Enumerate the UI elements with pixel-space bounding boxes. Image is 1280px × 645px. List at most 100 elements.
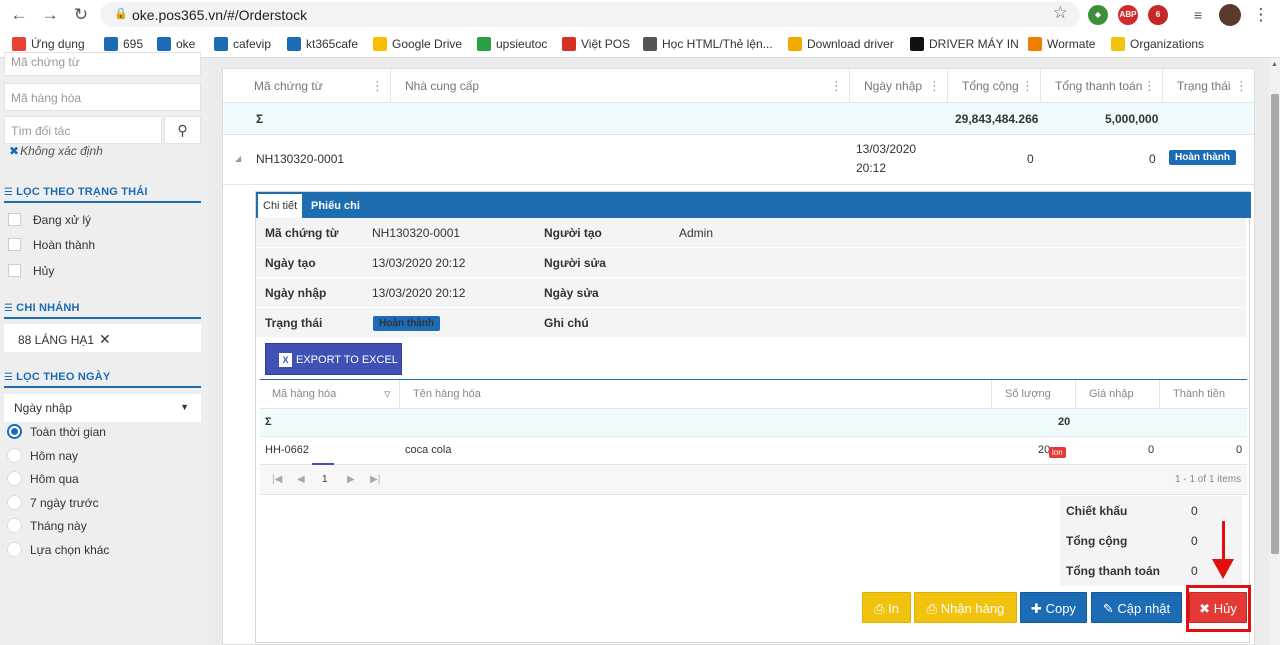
export-excel-button[interactable]: X EXPORT TO EXCEL	[265, 343, 402, 375]
arrow-head-annotation	[1212, 559, 1234, 579]
bookmark-item[interactable]: Wormate	[1028, 37, 1095, 53]
export-label: EXPORT TO EXCEL	[296, 354, 398, 366]
remove-tag-icon[interactable]: ✖	[9, 144, 19, 158]
bookmark-label: Google Drive	[392, 37, 463, 51]
bookmark-item[interactable]: Học HTML/Thẻ lện...	[643, 37, 773, 53]
radio[interactable]	[7, 495, 22, 510]
checkbox-label: Hoàn thành	[33, 238, 96, 252]
receive-button[interactable]: ⎙ Nhận hàng	[914, 592, 1017, 623]
items-grid: Mã hàng hóa ▿ Tên hàng hóa Số lượng Giá …	[260, 379, 1247, 495]
bookmark-item[interactable]: kt365cafe	[287, 37, 358, 53]
bookmark-label: 695	[123, 37, 144, 51]
partner-filter-tag[interactable]: ✖Không xác định	[9, 144, 103, 158]
date-today-radio[interactable]: Hôm nay	[7, 448, 78, 463]
address-bar[interactable]: 🔒 oke.pos365.vn/#/Orderstock ☆	[100, 2, 1080, 27]
bookmark-item[interactable]: upsieutoc	[477, 37, 547, 53]
branch-select[interactable]: 88 LÁNG HẠ1 ✕	[4, 324, 201, 352]
status-done-checkbox[interactable]: Hoàn thành	[8, 238, 95, 252]
totals-row: Tổng cộng 0	[1060, 526, 1242, 556]
sum-paid: 5,000,000	[1105, 112, 1159, 126]
update-button[interactable]: ✎ Cập nhật	[1091, 592, 1182, 623]
date-yesterday-radio[interactable]: Hôm qua	[7, 471, 79, 486]
bookmark-icon	[477, 37, 491, 51]
current-page[interactable]: 1	[322, 474, 328, 485]
date-field-select[interactable]: Ngày nhập ▼	[4, 394, 201, 422]
profile-avatar[interactable]	[1219, 4, 1241, 26]
first-page-icon[interactable]: |◀	[272, 474, 282, 485]
table-row[interactable]: HH-0662 coca cola 20 lon 0 0	[260, 437, 1247, 465]
scroll-up-icon[interactable]: ▲	[1271, 61, 1278, 68]
doc-code-input[interactable]: Mã chứng từ	[4, 52, 201, 76]
checkbox-box[interactable]	[8, 264, 21, 277]
bookmark-item[interactable]: Organizations	[1111, 37, 1204, 53]
adblock-icon[interactable]: ABP	[1118, 5, 1138, 25]
tab-payment[interactable]: Phiếu chi	[306, 194, 365, 218]
info-label: Mã chứng từ	[265, 226, 339, 240]
copy-button[interactable]: ✚ Copy	[1020, 592, 1087, 623]
bookmark-star-icon[interactable]: ☆	[1053, 3, 1068, 23]
status-cancel-checkbox[interactable]: Hủy	[8, 264, 54, 278]
status-processing-checkbox[interactable]: Đang xử lý	[8, 213, 91, 227]
column-menu-icon[interactable]: ⋮	[928, 69, 941, 103]
column-menu-icon[interactable]: ⋮	[1021, 69, 1034, 103]
totals-label: Tổng cộng	[1066, 534, 1128, 548]
bookmark-item[interactable]: 695	[104, 37, 143, 53]
extension-badge-icon[interactable]: 6	[1148, 5, 1168, 25]
partner-search-input[interactable]: Tìm đối tác	[4, 116, 162, 144]
col-paid[interactable]: Tổng thanh toán ⋮	[1041, 69, 1163, 103]
list-icon: ☰	[4, 187, 14, 198]
col-total[interactable]: Tổng cộng ⋮	[948, 69, 1041, 103]
bookmark-item[interactable]: cafevip	[214, 37, 271, 53]
filter-icon[interactable]: ▿	[384, 386, 391, 402]
col-supplier[interactable]: Nhà cung cấp ⋮	[391, 69, 850, 103]
bookmark-item[interactable]: Google Drive	[373, 37, 462, 53]
bookmark-item[interactable]: Download driver	[788, 37, 894, 53]
items-sum-row: Σ 20	[260, 409, 1247, 437]
product-code-input[interactable]: Mã hàng hóa	[4, 83, 201, 111]
column-menu-icon[interactable]: ⋮	[371, 69, 384, 103]
extension-icon[interactable]: ◆	[1088, 5, 1108, 25]
column-menu-icon[interactable]: ⋮	[1143, 69, 1156, 103]
radio-selected[interactable]	[7, 424, 22, 439]
radio[interactable]	[7, 542, 22, 557]
back-icon[interactable]: ←	[8, 4, 30, 26]
date-all-radio[interactable]: Toàn thời gian	[7, 424, 106, 439]
bookmark-item[interactable]: Việt POS	[562, 37, 630, 53]
date-custom-radio[interactable]: Lựa chọn khác	[7, 542, 109, 557]
checkbox-box[interactable]	[8, 213, 21, 226]
date-7days-radio[interactable]: 7 ngày trước	[7, 495, 99, 510]
bookmark-item[interactable]: DRIVER MÁY IN	[910, 37, 1019, 53]
table-row[interactable]: ◢ NH130320-0001 13/03/2020 20:12 0 0 Hoà…	[223, 135, 1254, 185]
forward-icon[interactable]: →	[39, 4, 61, 26]
scrollbar-thumb[interactable]	[1271, 94, 1279, 554]
date-month-radio[interactable]: Tháng này	[7, 518, 87, 533]
column-menu-icon[interactable]: ⋮	[830, 69, 843, 103]
prev-page-icon[interactable]: ◀	[297, 474, 305, 485]
close-icon[interactable]: ✕	[99, 331, 111, 347]
bookmark-item[interactable]: oke	[157, 37, 195, 53]
radio[interactable]	[7, 448, 22, 463]
print-button[interactable]: ⎙ In	[862, 592, 911, 623]
menu-kebab-icon[interactable]: ⋮	[1250, 4, 1272, 26]
last-page-icon[interactable]: ▶|	[370, 474, 380, 485]
col-doc-code[interactable]: Mã chứng từ ⋮	[244, 69, 391, 103]
reading-list-icon[interactable]: ≡	[1187, 4, 1209, 26]
col-label: Nhà cung cấp	[405, 79, 480, 93]
col-import-date[interactable]: Ngày nhập ⋮	[850, 69, 948, 103]
tab-detail[interactable]: Chi tiết	[258, 194, 303, 218]
branch-value: 88 LÁNG HẠ1	[18, 333, 95, 347]
detail-panel: Chi tiết Phiếu chi Mã chứng từ NH130320-…	[255, 191, 1251, 643]
expand-caret-icon[interactable]: ◢	[235, 154, 241, 163]
bookmark-item[interactable]: Ứng dụng	[12, 37, 85, 53]
checkbox-box[interactable]	[8, 238, 21, 251]
edit-icon: ✎	[1102, 601, 1114, 616]
radio[interactable]	[7, 471, 22, 486]
radio[interactable]	[7, 518, 22, 533]
col-status[interactable]: Trạng thái ⋮	[1163, 69, 1254, 103]
search-icon[interactable]: ⚲	[164, 116, 201, 144]
bookmark-icon	[12, 37, 26, 51]
column-menu-icon[interactable]: ⋮	[1235, 69, 1248, 103]
next-page-icon[interactable]: ▶	[347, 474, 355, 485]
print-icon: ⎙	[926, 601, 938, 616]
reload-icon[interactable]: ↻	[70, 4, 92, 26]
